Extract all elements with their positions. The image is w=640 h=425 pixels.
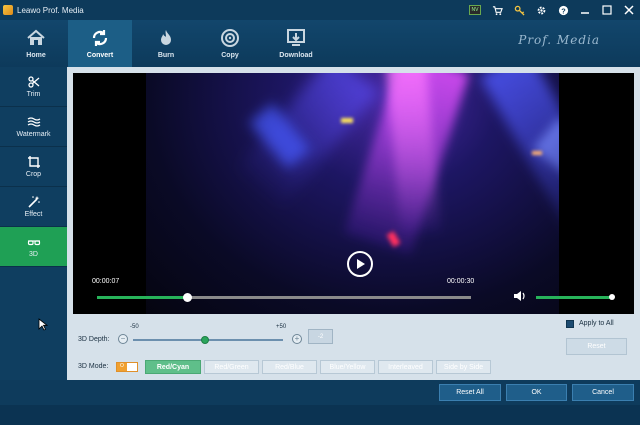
apply-to-all-checkbox[interactable] — [566, 320, 574, 328]
burn-icon — [161, 30, 171, 45]
seek-bar-fill — [97, 296, 187, 299]
mode-label: 3D Mode: — [78, 363, 109, 370]
depth-decrease-button[interactable]: − — [118, 334, 128, 344]
cancel-button[interactable]: Cancel — [572, 384, 634, 401]
sidebar-item-label: Watermark — [16, 131, 51, 138]
sidebar-item-label: Crop — [25, 171, 42, 178]
brand-logo: Prof. Media — [518, 33, 600, 47]
seek-bar[interactable] — [97, 293, 471, 302]
mode-option-side-by-side[interactable]: Side by Side — [436, 360, 491, 374]
title-bar: Leawo Prof. Media NV ? — [0, 0, 640, 20]
sidebar-item-watermark[interactable]: Watermark — [0, 107, 67, 147]
tab-copy[interactable]: Copy — [198, 20, 262, 67]
depth-label: 3D Depth: — [78, 336, 110, 343]
scissors-icon — [27, 76, 39, 88]
depth-min-label: -50 — [130, 324, 139, 330]
crop-icon — [27, 156, 40, 168]
volume-slider-handle[interactable] — [609, 294, 615, 300]
sidebar-item-label: 3D — [29, 251, 38, 258]
mouse-cursor-icon — [38, 318, 48, 331]
seek-bar-handle[interactable] — [182, 293, 192, 302]
tab-download[interactable]: Download — [264, 20, 328, 67]
sidebar-item-label: Trim — [26, 91, 41, 98]
depth-slider[interactable] — [133, 336, 283, 344]
copy-icon — [221, 29, 239, 47]
tab-home[interactable]: Home — [4, 20, 68, 67]
tab-home-label: Home — [26, 52, 46, 59]
mode-option-red-blue[interactable]: Red/Blue — [262, 360, 317, 374]
sidebar-item-trim[interactable]: Trim — [0, 67, 67, 107]
volume-icon[interactable] — [513, 289, 527, 303]
sidebar-item-crop[interactable]: Crop — [0, 147, 67, 187]
mode-toggle-text: O — [117, 363, 127, 371]
key-icon[interactable] — [508, 0, 530, 20]
effect-icon — [27, 196, 40, 208]
home-icon — [27, 29, 45, 45]
mode-option-red-green[interactable]: Red/Green — [204, 360, 259, 374]
tab-convert[interactable]: Convert — [68, 20, 132, 67]
total-time: 00:00:30 — [447, 278, 475, 285]
minimize-icon[interactable] — [574, 0, 596, 20]
dialog-footer: Reset All OK Cancel — [0, 380, 640, 425]
watermark-icon — [27, 117, 40, 127]
edit-sidebar: Trim Watermark Crop Effect 3D — [0, 67, 67, 380]
title-bar-controls: NV ? — [464, 0, 640, 20]
play-icon — [356, 259, 365, 269]
depth-value-field[interactable]: -2 — [308, 329, 333, 344]
play-button[interactable] — [347, 251, 373, 277]
convert-icon — [92, 30, 108, 46]
mode-option-interleaved[interactable]: Interleaved — [378, 360, 433, 374]
ok-button[interactable]: OK — [506, 384, 567, 401]
download-icon — [287, 29, 305, 46]
cart-icon[interactable] — [486, 0, 508, 20]
mode-toggle[interactable]: O — [116, 362, 138, 372]
depth-slider-handle[interactable] — [201, 336, 209, 344]
app-title: Leawo Prof. Media — [17, 5, 84, 15]
video-frame — [146, 73, 559, 314]
tab-burn[interactable]: Burn — [134, 20, 198, 67]
tab-burn-label: Burn — [157, 52, 175, 59]
volume-slider[interactable] — [536, 294, 615, 300]
depth-max-label: +50 — [276, 324, 287, 330]
nvidia-icon: NV — [464, 0, 486, 20]
video-preview[interactable]: 00:00:07 00:00:30 — [73, 73, 634, 314]
svg-text:?: ? — [561, 6, 566, 15]
depth-increase-button[interactable]: + — [292, 334, 302, 344]
main-toolbar: Home Convert Burn Copy Download Prof. Me… — [0, 20, 640, 67]
tab-copy-label: Copy — [221, 52, 239, 59]
apply-to-all-label[interactable]: Apply to All — [579, 320, 614, 327]
tab-download-label: Download — [279, 52, 313, 59]
tab-convert-label: Convert — [86, 52, 114, 59]
help-icon[interactable]: ? — [552, 0, 574, 20]
reset-all-button[interactable]: Reset All — [439, 384, 501, 401]
reset-button[interactable]: Reset — [566, 338, 627, 355]
current-time: 00:00:07 — [92, 278, 120, 285]
mode-option-blue-yellow[interactable]: Blue/Yellow — [320, 360, 375, 374]
mode-option-red-cyan[interactable]: Red/Cyan — [145, 360, 201, 374]
sidebar-item-label: Effect — [24, 211, 43, 218]
app-logo-icon — [3, 5, 13, 15]
close-icon[interactable] — [618, 0, 640, 20]
sidebar-item-3d[interactable]: 3D — [0, 227, 67, 267]
3d-editor-panel: 00:00:07 00:00:30 3D Depth: -50 +50 − + … — [67, 67, 640, 380]
sidebar-item-effect[interactable]: Effect — [0, 187, 67, 227]
status-bar — [0, 405, 640, 425]
3d-glasses-icon — [27, 240, 40, 246]
gear-icon[interactable] — [530, 0, 552, 20]
maximize-icon[interactable] — [596, 0, 618, 20]
